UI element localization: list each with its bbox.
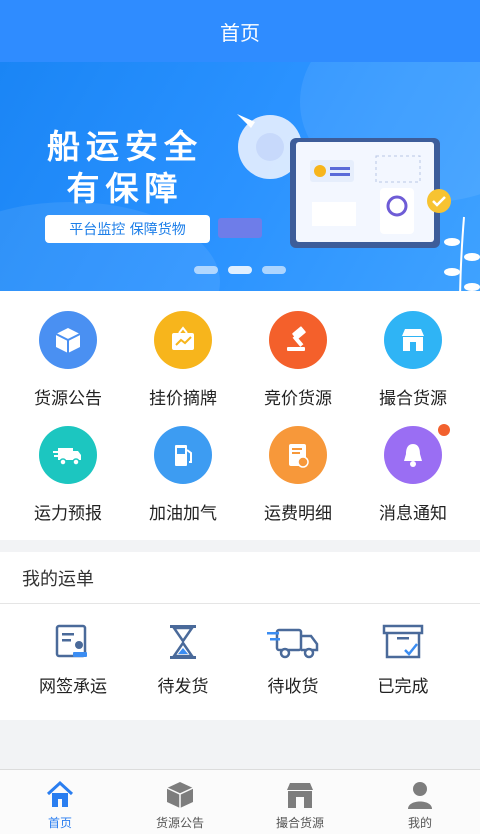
grid-label: 撮合货源 [379,389,447,409]
grid-label: 挂价摘牌 [149,389,217,409]
grid-item-capacity-forecast[interactable]: 运力预报 [8,426,128,524]
notification-dot [438,424,450,436]
grid-label: 货源公告 [34,389,102,409]
order-label: 待收货 [267,677,319,697]
grid-label: 运费明细 [264,504,332,524]
grid-label: 竞价货源 [264,389,332,409]
tab-cargo-notice[interactable]: 货源公告 [120,770,240,834]
hourglass-icon [170,625,196,659]
truck-icon [39,426,97,484]
order-item-awaiting-shipment[interactable]: 待发货 [123,622,243,697]
tab-mine[interactable]: 我的 [360,770,480,834]
top-header: 首页 [0,0,480,62]
shop-icon [287,783,313,808]
my-orders-panel: 我的运单 网签承运 待发货 待收货 已完成 [0,552,480,720]
section-title: 我的运单 [0,552,480,604]
grid-item-notifications[interactable]: 消息通知 [353,424,473,524]
feature-grid: 货源公告 挂价摘牌 竞价货源 撮合货源 运力预报 加油加气 运费明细 消息通知 [0,291,480,540]
grid-item-cargo-notice[interactable]: 货源公告 [8,311,128,409]
banner-headline-1: 船运安全 [47,127,203,166]
order-label: 已完成 [377,677,429,697]
promo-banner[interactable]: 船运安全 有保障 平台监控 保障货物 [0,62,480,291]
order-item-awaiting-receipt[interactable]: 待收货 [233,622,353,697]
invoice-icon [269,426,327,484]
bottom-tab-bar: 首页 货源公告 撮合货源 我的 [0,769,480,834]
tab-matching-cargo[interactable]: 撮合货源 [240,770,360,834]
fuel-icon [154,426,212,484]
grid-item-freight-detail[interactable]: 运费明细 [238,426,358,524]
grid-item-listed-price[interactable]: 挂价摘牌 [123,311,243,409]
box-icon [39,311,97,369]
carousel-dot[interactable] [194,266,218,274]
tab-label: 撮合货源 [275,816,324,830]
contract-icon [55,624,87,658]
order-item-completed[interactable]: 已完成 [343,622,463,697]
store-icon [384,311,442,369]
delivery-truck-icon [267,628,319,659]
gavel-icon [269,311,327,369]
carousel-indicator[interactable] [0,266,480,274]
archive-box-icon [382,624,424,659]
home-icon [46,780,74,807]
grid-item-bidding-cargo[interactable]: 竞价货源 [238,311,358,409]
carousel-dot[interactable] [262,266,286,274]
price-board-icon [154,311,212,369]
carousel-dot[interactable] [228,266,252,274]
tab-label: 我的 [407,816,432,830]
leaf-illustration [444,216,480,291]
order-item-contract[interactable]: 网签承运 [13,622,133,697]
tab-home[interactable]: 首页 [0,770,120,834]
page-title: 首页 [220,20,260,45]
grid-item-refuel[interactable]: 加油加气 [123,426,243,524]
grid-label: 加油加气 [149,504,217,524]
user-icon [408,782,432,809]
banner-tagline: 平台监控 保障货物 [45,215,210,243]
grid-label: 消息通知 [379,504,447,524]
grid-item-matching-cargo[interactable]: 撮合货源 [353,311,473,409]
tab-label: 货源公告 [155,816,204,830]
card-illustration [218,218,262,238]
tab-label: 首页 [47,816,72,830]
bell-icon [384,424,450,484]
order-label: 网签承运 [39,677,107,697]
banner-headline-2: 有保障 [66,169,184,208]
screen-content-illustration [310,155,421,234]
cube-icon [166,782,194,808]
order-label: 待发货 [157,677,209,697]
grid-label: 运力预报 [34,504,102,524]
